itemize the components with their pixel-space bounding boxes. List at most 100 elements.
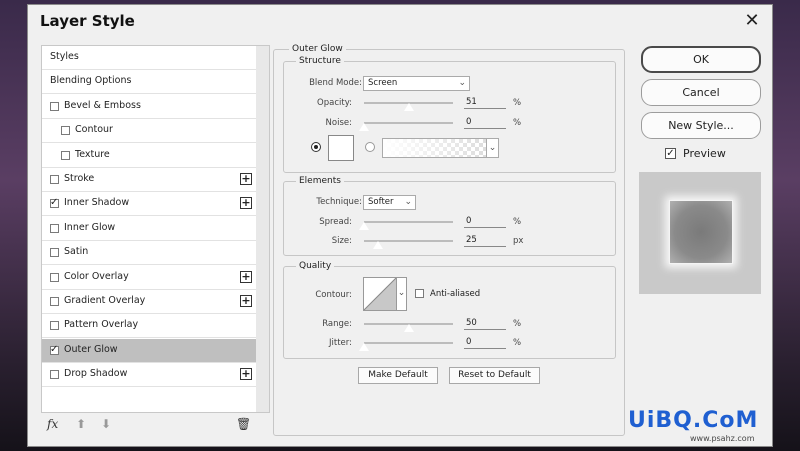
style-item-pattern-overlay[interactable]: Pattern Overlay	[42, 314, 256, 339]
reset-to-default-button[interactable]: Reset to Default	[449, 367, 540, 384]
style-item-styles[interactable]: Styles	[42, 46, 256, 70]
watermark-url: www.psahz.com	[690, 434, 755, 443]
range-label: Range:	[322, 319, 352, 329]
technique-label: Technique:	[316, 197, 362, 207]
opacity-unit: %	[513, 98, 522, 108]
style-item-label: Inner Shadow	[64, 197, 130, 209]
size-slider-thumb[interactable]	[372, 240, 384, 250]
spread-slider[interactable]	[364, 221, 453, 223]
gradient-radio[interactable]	[365, 142, 375, 152]
outer-glow-panel: Outer Glow Structure Blend Mode: Screen ⌄…	[273, 44, 625, 436]
style-checkbox[interactable]	[50, 370, 59, 380]
noise-slider-thumb[interactable]	[358, 122, 370, 132]
add-icon[interactable]: +	[240, 270, 252, 283]
blend-mode-select[interactable]: Screen ⌄	[363, 76, 470, 91]
add-icon[interactable]: +	[240, 295, 252, 307]
add-icon[interactable]: +	[240, 173, 252, 185]
color-radio[interactable]	[311, 142, 321, 152]
preview-label: Preview	[683, 147, 726, 160]
elements-title: Elements	[296, 176, 344, 186]
jitter-slider[interactable]	[364, 342, 453, 344]
style-item-label: Color Overlay	[64, 270, 129, 282]
style-checkbox[interactable]	[50, 223, 59, 233]
contour-dropdown-icon[interactable]: ⌄	[397, 277, 407, 311]
style-checkbox[interactable]	[50, 297, 59, 306]
style-checkbox[interactable]	[61, 150, 70, 160]
style-checkbox[interactable]	[50, 248, 59, 258]
style-item-label: Gradient Overlay	[64, 295, 146, 306]
glow-color-swatch[interactable]	[328, 135, 354, 161]
spread-slider-thumb[interactable]	[358, 221, 370, 231]
chevron-down-icon: ⌄	[458, 78, 466, 88]
layer-style-dialog: Layer Style ✕ Styles Blending Options Beve…	[27, 4, 773, 447]
size-unit: px	[513, 236, 524, 246]
gradient-picker[interactable]	[382, 138, 487, 158]
style-item-satin[interactable]: Satin	[42, 241, 256, 266]
style-item-stroke[interactable]: Stroke +	[42, 168, 256, 192]
make-default-button[interactable]: Make Default	[358, 367, 438, 384]
structure-title: Structure	[296, 56, 344, 66]
style-checkbox[interactable]	[50, 344, 59, 355]
style-item-outer-glow[interactable]: Outer Glow	[42, 338, 256, 363]
noise-slider[interactable]	[364, 122, 453, 124]
jitter-unit: %	[513, 338, 522, 348]
new-style-button[interactable]: New Style...	[641, 112, 761, 139]
opacity-label: Opacity:	[317, 98, 352, 108]
preview-swatch	[669, 200, 733, 264]
size-label: Size:	[331, 236, 352, 246]
arrow-down-icon[interactable]: ⬇	[101, 417, 111, 431]
contour-label: Contour:	[315, 290, 352, 300]
style-item-gradient-overlay[interactable]: Gradient Overlay +	[42, 290, 256, 314]
style-item-drop-shadow[interactable]: Drop Shadow +	[42, 363, 256, 388]
range-input[interactable]: 50	[464, 317, 506, 330]
jitter-slider-thumb[interactable]	[358, 342, 370, 352]
style-checkbox[interactable]	[50, 272, 59, 282]
preview-checkbox[interactable]: ✓	[665, 148, 676, 159]
style-item-texture[interactable]: Texture	[42, 144, 256, 168]
opacity-slider-thumb[interactable]	[403, 102, 415, 112]
contour-picker[interactable]	[363, 277, 397, 311]
jitter-input[interactable]: 0	[464, 336, 506, 349]
style-item-bevel-emboss[interactable]: Bevel & Emboss	[42, 95, 256, 119]
fx-icon[interactable]: fx	[47, 417, 58, 431]
quality-group: Quality Contour: ⌄ Anti-aliased Range: 5…	[283, 261, 616, 359]
style-checkbox[interactable]	[61, 126, 70, 136]
close-icon[interactable]: ✕	[742, 11, 762, 31]
style-item-inner-shadow[interactable]: Inner Shadow +	[42, 192, 256, 217]
spread-input[interactable]: 0	[464, 215, 506, 228]
styles-list-scrollbar[interactable]	[256, 46, 269, 412]
structure-group: Structure Blend Mode: Screen ⌄ Opacity: 5…	[283, 56, 616, 173]
watermark-logo: UiBQ.CoM	[628, 408, 759, 433]
style-item-label: Contour	[75, 124, 113, 136]
anti-aliased-checkbox[interactable]	[415, 289, 424, 298]
arrow-up-icon[interactable]: ⬆	[76, 417, 86, 431]
style-item-label: Satin	[64, 246, 89, 258]
gradient-dropdown-icon[interactable]: ⌄	[487, 138, 499, 158]
cancel-button[interactable]: Cancel	[641, 79, 761, 106]
style-item-inner-glow[interactable]: Inner Glow	[42, 217, 256, 241]
style-checkbox[interactable]	[50, 175, 59, 184]
style-item-label: Stroke	[64, 173, 95, 184]
style-checkbox[interactable]	[50, 101, 59, 111]
size-input[interactable]: 25	[464, 234, 506, 247]
trash-icon[interactable]: 🗑	[236, 417, 251, 431]
add-icon[interactable]: +	[240, 368, 252, 381]
style-checkbox[interactable]	[50, 321, 59, 331]
technique-value: Softer	[368, 197, 394, 207]
style-item-contour[interactable]: Contour	[42, 119, 256, 144]
noise-input[interactable]: 0	[464, 116, 506, 129]
opacity-input[interactable]: 51	[464, 96, 506, 109]
range-slider-thumb[interactable]	[403, 323, 415, 333]
style-checkbox[interactable]	[50, 197, 59, 209]
style-item-blending-options[interactable]: Blending Options	[42, 70, 256, 95]
styles-list: Styles Blending Options Bevel & Emboss Cont…	[41, 45, 270, 413]
technique-select[interactable]: Softer ⌄	[363, 195, 416, 210]
dialog-title: Layer Style	[40, 12, 135, 30]
quality-title: Quality	[296, 261, 335, 271]
add-icon[interactable]: +	[240, 197, 252, 210]
styles-bottom-bar: fx ⬆ ⬇ 🗑	[41, 413, 270, 437]
style-item-color-overlay[interactable]: Color Overlay +	[42, 266, 256, 290]
noise-label: Noise:	[325, 118, 352, 128]
ok-button[interactable]: OK	[641, 46, 761, 73]
style-item-label: Texture	[75, 148, 110, 160]
